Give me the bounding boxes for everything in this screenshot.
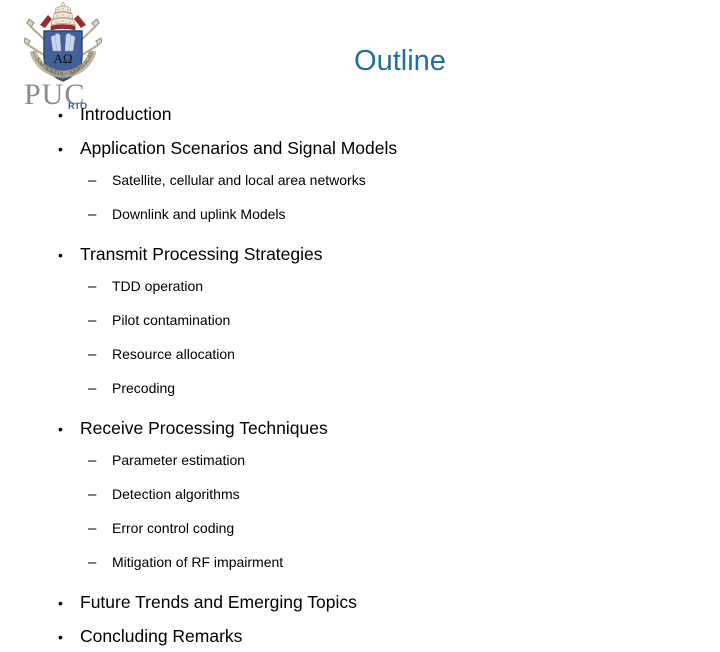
outline-item-level1: • Transmit Processing Strategies: [0, 244, 700, 270]
outline-item-level1: • Concluding Remarks: [0, 626, 700, 652]
bullet-dash-icon: –: [88, 312, 97, 329]
outline-item-label: Mitigation of RF impairment: [112, 554, 284, 570]
outline-item-level2: – Pilot contamination: [0, 312, 700, 338]
bullet-dash-icon: –: [88, 346, 97, 363]
puc-rio-logo: ΑΩ SAPIENTIA · AEDIFICAVIT PUC RIO: [8, 0, 118, 112]
outline-item-level2: – Downlink and uplink Models: [0, 206, 700, 232]
outline-item-label: Future Trends and Emerging Topics: [80, 592, 357, 612]
outline-item-level2: – Error control coding: [0, 520, 700, 546]
outline-item-label: Detection algorithms: [112, 486, 240, 502]
outline-item-level2: – TDD operation: [0, 278, 700, 304]
outline-item-level1: • Receive Processing Techniques: [0, 418, 700, 444]
outline-item-label: Error control coding: [112, 520, 235, 536]
outline-item-label: Receive Processing Techniques: [80, 418, 328, 438]
outline-item-label: Satellite, cellular and local area netwo…: [112, 172, 366, 188]
outline-item-label: Pilot contamination: [112, 312, 231, 328]
outline-item-level2: – Detection algorithms: [0, 486, 700, 512]
outline-list: • Introduction • Application Scenarios and …: [0, 104, 700, 652]
outline-item-label: TDD operation: [112, 278, 204, 294]
slide-title: Outline: [354, 45, 446, 77]
bullet-dash-icon: –: [88, 206, 97, 223]
outline-item-level2: – Parameter estimation: [0, 452, 700, 478]
bullet-dash-icon: –: [88, 172, 97, 189]
outline-item-label: Concluding Remarks: [80, 626, 243, 646]
bullet-dash-icon: –: [88, 486, 97, 503]
bullet-dot-icon: •: [58, 421, 63, 437]
outline-item-label: Introduction: [80, 104, 172, 124]
outline-item-label: Downlink and uplink Models: [112, 206, 286, 222]
outline-item-level2: – Precoding: [0, 380, 700, 406]
shield-letters-alpha-omega: ΑΩ: [53, 51, 72, 66]
bullet-dash-icon: –: [88, 554, 97, 571]
outline-item-level1: • Introduction: [0, 104, 700, 130]
outline-item-level2: – Resource allocation: [0, 346, 700, 372]
outline-item-level1: • Application Scenarios and Signal Models: [0, 138, 700, 164]
bullet-dash-icon: –: [88, 520, 97, 537]
bullet-dot-icon: •: [58, 141, 63, 157]
outline-item-label: Application Scenarios and Signal Models: [80, 138, 398, 158]
bullet-dash-icon: –: [88, 380, 97, 397]
puc-rio-crest: ΑΩ SAPIENTIA · AEDIFICAVIT: [22, 0, 103, 89]
outline-item-label: Transmit Processing Strategies: [80, 244, 323, 264]
outline-item-label: Parameter estimation: [112, 452, 246, 468]
bullet-dot-icon: •: [58, 629, 63, 645]
outline-item-level2: – Mitigation of RF impairment: [0, 554, 700, 580]
outline-item-level2: – Satellite, cellular and local area netw…: [0, 172, 700, 198]
outline-item-label: Resource allocation: [112, 346, 235, 362]
bullet-dot-icon: •: [58, 247, 63, 263]
bullet-dot-icon: •: [58, 107, 63, 123]
crest-svg: ΑΩ SAPIENTIA · AEDIFICAVIT: [22, 0, 103, 82]
bullet-dot-icon: •: [58, 595, 63, 611]
outline-item-label: Precoding: [112, 380, 176, 396]
crown-glyph: [50, 1, 76, 31]
bullet-dash-icon: –: [88, 278, 97, 295]
outline-item-level1: • Future Trends and Emerging Topics: [0, 592, 700, 618]
bullet-dash-icon: –: [88, 452, 97, 469]
